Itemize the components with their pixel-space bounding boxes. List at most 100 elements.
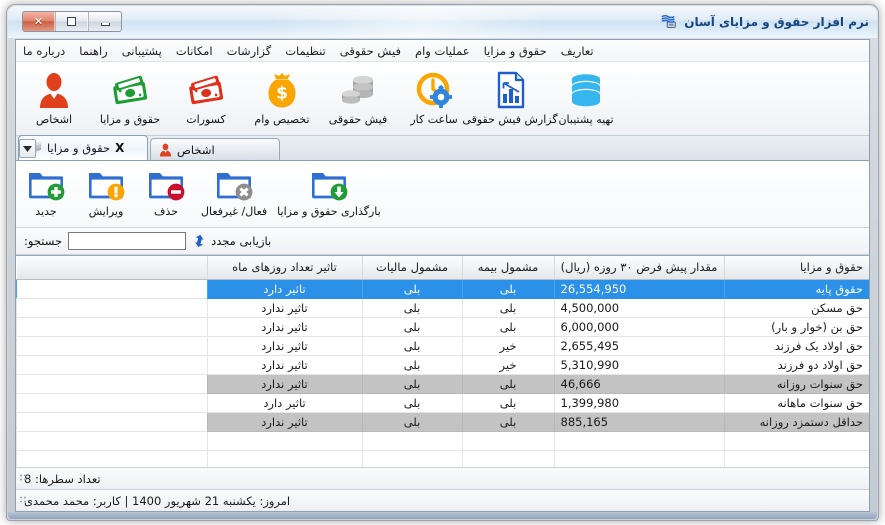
action-5[interactable]: بارگذاری حقوق و مزایا [272,165,386,225]
refresh-button[interactable]: بازیابی مجدد [192,234,271,248]
menu-amaliat-vam[interactable]: عملیات وام [408,42,477,60]
cell-filler [16,317,207,337]
table-row[interactable]: حداقل دستمزد روزانه 885,165 بلی بلی تاثیر ند… [16,412,869,432]
table-row[interactable]: حق اولاد یک فرزند 2,655,495 خیر بلی تاثیر ند… [16,336,869,356]
minimize-icon[interactable] [89,12,121,31]
toolbar-item-label: تهیه پشتیبان [558,113,614,126]
person-small-icon [159,143,172,156]
cell-taxed [361,450,462,467]
menu-hoghoogh-mazaya[interactable]: حقوق و مزایا [477,42,554,60]
cell-amount: 885,165 [553,412,724,432]
menu-emkanat[interactable]: امکانات [169,42,220,60]
cell-filler [16,298,207,318]
menu-poshtibani[interactable]: پشتیبانی [115,42,169,60]
grid-header: حقوق و مزایا مقدار پیش فرض ۳۰ روزه (ریال)… [16,256,869,280]
app-logo-icon [661,14,676,28]
minimize-glyph [100,22,110,26]
table-row[interactable] [16,450,869,467]
coins-icon [338,68,378,112]
row-count-label: تعداد سطرها: 8 [24,471,101,486]
menu-fish-hoghooghi[interactable]: فیش حقوقی [333,42,408,60]
folder-delete-icon [146,165,186,205]
table-row[interactable]: حق بن (خوار و بار) 6,000,000 بلی بلی تاثیر ن… [16,317,869,337]
cell-taxed: بلی [361,412,462,432]
status-bar-rowcount: تعداد سطرها: 8 [16,467,869,489]
cell-insured: بلی [461,279,554,299]
column-header-filler[interactable] [16,256,207,280]
cell-taxed: بلی [361,279,462,299]
toolbar-item-5[interactable]: فیش حقوقی [320,65,396,133]
toolbar-item-7[interactable]: گزارش فیش حقوقی [462,65,558,133]
column-header-insured[interactable]: مشمول بیمه [461,256,554,280]
column-header-dayimpact[interactable]: تاثیر تعداد روزهای ماه [206,256,362,280]
maximize-glyph [67,17,76,26]
resize-grip-icon [20,474,27,483]
table-row[interactable]: حق مسکن 4,500,000 بلی بلی تاثیر ندارد [16,298,869,318]
column-header-amount[interactable]: مقدار پیش فرض ۳۰ روزه (ریال) [553,256,724,280]
cell-dayimpact: تاثیر ندارد [206,412,362,432]
toolbar-item-4[interactable]: $ تخصیص وام [244,65,320,133]
clock-gear-icon [416,72,452,108]
column-header-taxed[interactable]: مشمول مالیات [361,256,462,280]
search-input[interactable] [68,232,187,250]
action-2[interactable]: ویرایش [76,165,136,225]
action-label: ویرایش [88,205,124,218]
cell-dayimpact: تاثیر ندارد [206,374,362,394]
action-1[interactable]: جدید [16,165,76,225]
cell-insured: خیر [461,355,554,375]
menu-rahnama[interactable]: راهنما [72,42,114,60]
table-row[interactable]: حق اولاد دو فرزند 5,310,990 خیر بلی تاثیر ند… [16,355,869,375]
cell-insured: بلی [461,393,554,413]
cell-filler [16,336,207,356]
menu-gozareshat[interactable]: گزارشات [220,42,279,60]
database-icon [566,68,606,112]
tab-strip: حقوق و مزایا X اشخاص [16,135,869,161]
money-bag-icon: $ [268,73,296,108]
cell-name: حق اولاد دو فرزند [723,355,869,375]
tab-close-icon[interactable]: X [115,141,124,155]
action-4[interactable]: فعال/ غیرفعال [196,165,272,225]
cell-taxed: بلی [361,355,462,375]
toolbar-item-label: کسورات [186,113,226,126]
cell-dayimpact: تاثیر دارد [206,393,362,413]
search-row: جستجو: بازیابی مجدد [16,228,869,255]
coins-icon [342,76,373,104]
action-label: بارگذاری حقوق و مزایا [277,205,381,218]
cell-filler [16,431,207,451]
toolbar-item-label: فیش حقوقی [328,113,388,126]
menu-tanzimat[interactable]: تنظیمات [278,42,333,60]
toolbar-item-3[interactable]: کسورات [168,65,244,133]
person-icon [40,73,68,108]
cell-insured: بلی [461,412,554,432]
cell-filler [16,450,207,467]
menu-darbareye-ma[interactable]: درباره ما [16,42,72,60]
maximize-icon[interactable] [56,12,88,31]
toolbar-item-1[interactable]: اشخاص [16,65,92,133]
cell-taxed [361,431,462,451]
table-row[interactable]: حق سنوات روزانه 46,666 بلی بلی تاثیر ندارد [16,374,869,394]
cell-name: حق اولاد یک فرزند [723,336,869,356]
menu-taarif[interactable]: تعاریف [554,42,601,60]
data-grid[interactable]: حقوق و مزایا مقدار پیش فرض ۳۰ روزه (ریال)… [16,255,869,467]
toolbar-item-8[interactable]: تهیه پشتیبان [548,65,624,133]
cell-taxed: بلی [361,298,462,318]
cell-name: حق مسکن [723,298,869,318]
tab-2[interactable]: حقوق و مزایا X [18,135,148,160]
database-icon [572,74,600,107]
toolbar-item-6[interactable]: ساعت کار [396,65,472,133]
close-icon[interactable]: ✕ [23,12,55,31]
cell-insured: خیر [461,336,554,356]
cell-insured [461,450,554,467]
table-row[interactable]: حق سنوات ماهانه 1,399,980 بلی بلی تاثیر دارد [16,393,869,413]
toolbar-item-2[interactable]: حقوق و مزایا [92,65,168,133]
tab-1[interactable]: اشخاص [150,138,280,160]
cell-name: حداقل دستمزد روزانه [723,412,869,432]
table-row[interactable]: حقوق پایه 26,554,950 بلی بلی تاثیر دارد [16,279,869,299]
column-header-name[interactable]: حقوق و مزایا [723,256,869,280]
person-icon [34,68,74,112]
chevron-down-icon[interactable] [19,139,36,158]
action-3[interactable]: حذف [136,165,196,225]
cell-insured: بلی [461,317,554,337]
cell-filler [16,393,207,413]
table-row[interactable] [16,431,869,451]
